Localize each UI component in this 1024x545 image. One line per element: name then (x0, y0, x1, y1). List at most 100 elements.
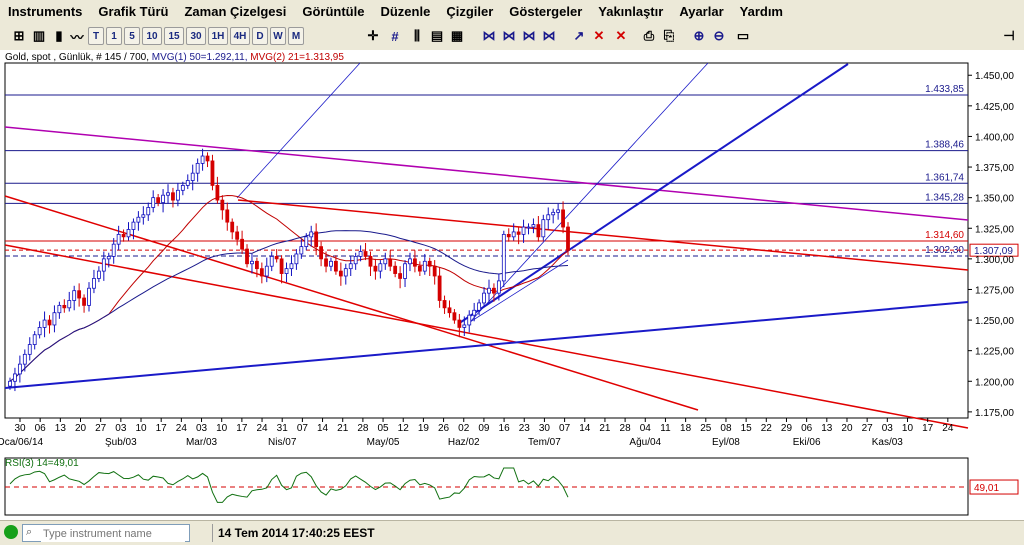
candle-body (156, 197, 161, 203)
candle-body (215, 185, 220, 201)
menu-item[interactable]: Görüntüle (294, 0, 372, 24)
bar-chart-icon[interactable]: ▥ (30, 27, 48, 45)
candle-body (8, 380, 12, 387)
candle-body (121, 233, 126, 238)
timeframe-button[interactable]: T (88, 27, 104, 45)
candle-body (240, 238, 244, 250)
zoom-reset-icon[interactable]: ▭ (734, 27, 752, 45)
timeframe-button[interactable]: M (288, 27, 304, 45)
x-day-label: 04 (640, 423, 652, 434)
timeframe-button[interactable]: 15 (164, 27, 184, 45)
fibonacci-icon[interactable]: ▦ (448, 27, 466, 45)
timeframe-button[interactable]: 5 (124, 27, 140, 45)
timeframe-button[interactable]: D (252, 27, 268, 45)
x-day-label: 09 (478, 423, 490, 434)
candle-body (294, 253, 299, 265)
trendline-tool-icon[interactable]: ⋈ (480, 27, 498, 45)
search-input[interactable] (41, 526, 185, 542)
candle-body (190, 172, 195, 181)
channel-tool-icon[interactable]: ⋈ (500, 27, 518, 45)
candle-body (437, 275, 442, 301)
menu-item[interactable]: Çizgiler (438, 0, 501, 24)
candle-body (245, 248, 249, 265)
candle-body (348, 263, 353, 270)
gann-tool-icon[interactable]: ⋈ (540, 27, 558, 45)
cursor-grid-icon[interactable]: ⊞ (10, 27, 28, 45)
menu-item[interactable]: Instruments (0, 0, 90, 24)
x-day-label: 10 (135, 423, 147, 434)
x-day-label: 31 (277, 423, 289, 434)
y-tick-label: 1.425,00 (975, 102, 1014, 113)
candle-body (72, 290, 77, 301)
x-month-label: Eyl/08 (712, 437, 740, 448)
candle-chart-icon[interactable]: ▮ (50, 27, 68, 45)
x-day-label: 28 (620, 423, 632, 434)
candle-body (185, 180, 190, 186)
menu-item[interactable]: Ayarlar (671, 0, 731, 24)
line-chart-icon[interactable]: 〰 (68, 27, 86, 45)
x-day-label: 12 (398, 423, 410, 434)
menu-item[interactable]: Zaman Çizelgesi (176, 0, 294, 24)
connection-status-icon (4, 525, 18, 539)
x-day-label: 28 (357, 423, 369, 434)
y-tick-label: 1.225,00 (975, 347, 1014, 358)
text-tool-icon[interactable]: ▤ (428, 27, 446, 45)
candle-body (274, 256, 279, 260)
panel-toggle-icon[interactable]: ⊣ (1000, 27, 1018, 45)
select-line-icon[interactable]: ↗ (570, 27, 588, 45)
candle-body (477, 302, 482, 311)
zoom-in-icon[interactable]: ⊕ (690, 27, 708, 45)
print-preview-icon[interactable]: ⎘ (660, 27, 678, 45)
candle-body (472, 309, 477, 316)
x-day-label: 27 (95, 423, 107, 434)
candle-body (111, 243, 116, 257)
candle-body (92, 278, 96, 289)
horizontal-level-label: 1.314,60 (925, 230, 964, 241)
candle-body (171, 192, 175, 201)
candle-body (269, 256, 274, 267)
x-day-label: 07 (559, 423, 571, 434)
candle-body (516, 231, 521, 235)
candle-body (526, 226, 531, 229)
menu-item[interactable]: Yardım (732, 0, 791, 24)
chart-area[interactable]: 1.433,85 1.388,46 1.361,74 1.345,28 1.314,60… (0, 50, 1024, 520)
menu-item[interactable]: Düzenle (372, 0, 438, 24)
timeframe-button[interactable]: 30 (186, 27, 206, 45)
candle-body (531, 224, 536, 228)
timeframe-button[interactable]: 1 (106, 27, 122, 45)
rsi-label: RSI(3) 14=49,01 (5, 458, 79, 469)
candle-body (413, 258, 417, 267)
timeframe-button[interactable]: 1H (208, 27, 228, 45)
y-tick-label: 1.375,00 (975, 163, 1014, 174)
candle-body (422, 260, 427, 272)
drag-lines-icon[interactable]: ⫼ (408, 27, 426, 45)
candle-body (314, 231, 319, 248)
instrument-search[interactable]: ⌕ (22, 524, 190, 542)
menu-item[interactable]: Grafik Türü (90, 0, 176, 24)
print-icon[interactable]: ⎙ (640, 27, 658, 45)
price-chart[interactable]: 1.433,85 1.388,46 1.361,74 1.345,28 1.314,60… (0, 50, 1024, 520)
x-day-label: 05 (378, 423, 390, 434)
y-tick-label: 1.175,00 (975, 408, 1014, 419)
candle-body (17, 363, 22, 375)
delete-icon[interactable]: ✕ (590, 27, 608, 45)
menu-item[interactable]: Göstergeler (501, 0, 590, 24)
candle-body (259, 268, 264, 277)
candle-body (250, 260, 254, 265)
zoom-out-icon[interactable]: ⊖ (710, 27, 728, 45)
timeframe-button[interactable]: W (270, 27, 286, 45)
fan-tool-icon[interactable]: ⋈ (520, 27, 538, 45)
delete-all-icon[interactable]: ✕ (612, 27, 630, 45)
menu-item[interactable]: Yakınlaştır (590, 0, 671, 24)
candle-body (393, 265, 398, 274)
x-month-label: Ağu/04 (629, 437, 661, 448)
timeframe-button[interactable]: 10 (142, 27, 162, 45)
y-tick-label: 1.350,00 (975, 194, 1014, 205)
timeframe-button[interactable]: 4H (230, 27, 250, 45)
grid-icon[interactable]: # (386, 27, 404, 45)
x-day-label: 10 (902, 423, 914, 434)
candle-body (408, 258, 412, 265)
crosshair-icon[interactable]: ✛ (364, 27, 382, 45)
x-day-label: 06 (801, 423, 813, 434)
x-day-label: 30 (539, 423, 551, 434)
